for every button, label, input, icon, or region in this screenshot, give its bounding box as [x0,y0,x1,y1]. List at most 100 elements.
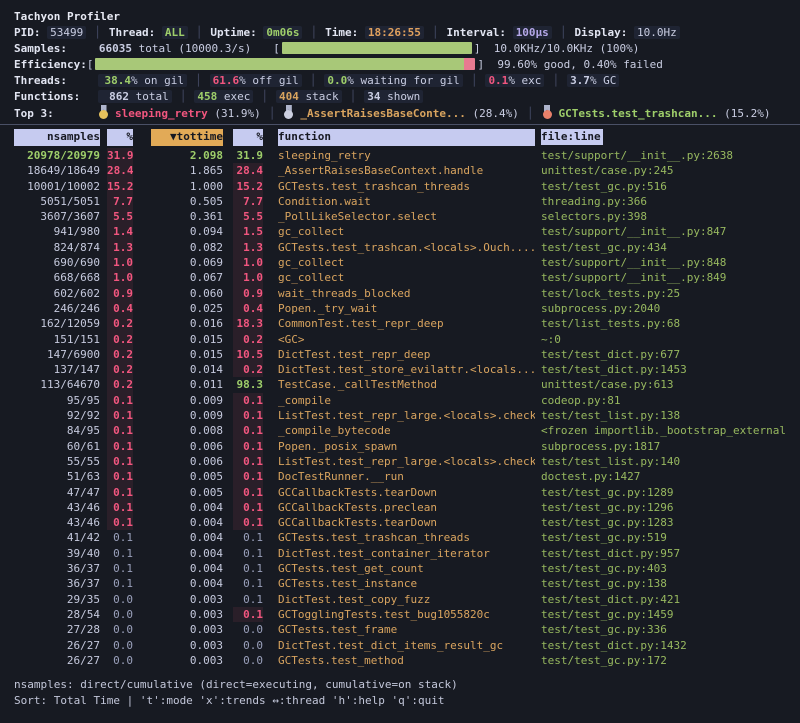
table-row[interactable]: 27/280.00.0030.0GCTests.test_frametest/t… [14,622,800,637]
thread-suffix: % exc [508,74,541,87]
table-row[interactable]: 690/6901.00.0691.0gc_collecttest/support… [14,255,800,270]
cell-nsamples: 28/54 [14,607,100,622]
function-value: 862 [101,89,129,105]
separator: │ [432,26,439,39]
thread-value[interactable]: ALL [162,26,188,39]
thread-value: 0.0 [327,74,347,87]
cell-file-line: unittest/case.py:613 [541,377,800,392]
table-row[interactable]: 5051/50517.70.5057.7Condition.waitthread… [14,194,800,209]
cell-nsamples: 20978/20979 [14,148,100,163]
cell-nsamples: 60/61 [14,439,100,454]
cell-function: ListTest.test_repr_large.<locals>.check [278,408,535,423]
table-row[interactable]: 147/69000.20.01510.5DictTest.test_repr_d… [14,347,800,362]
cell-tottime: 0.014 [151,362,223,377]
cell-function: GCTogglingTests.test_bug1055820c [278,607,535,622]
efficiency-summary: 99.60% good, 0.40% failed [497,58,663,71]
cell-nsamples: 690/690 [14,255,100,270]
cell-file-line: codeop.py:81 [541,393,800,408]
efficiency-row: Efficiency:[] 99.60% good, 0.40% failed [14,57,800,73]
table-row[interactable]: 10001/1000215.21.00015.2GCTests.test_tra… [14,179,800,194]
threads-label: Threads: [14,73,98,89]
table-row[interactable]: 668/6681.00.0671.0gc_collecttest/support… [14,270,800,285]
cell-pct-cum: 0.1 [233,439,263,454]
function-suffix: shown [381,90,421,103]
table-row[interactable]: 28/540.00.0030.1GCTogglingTests.test_bug… [14,607,800,622]
cell-tottime: 0.060 [151,286,223,301]
cell-function: GCTests.test_method [278,653,535,668]
cell-function: GCTests.test_frame [278,622,535,637]
cell-file-line: test/test_dict.py:421 [541,592,800,607]
table-row[interactable]: 26/270.00.0030.0DictTest.test_dict_items… [14,638,800,653]
cell-pct-cum: 15.2 [233,179,263,194]
cell-pct-direct: 0.2 [107,362,133,377]
table-row[interactable]: 51/630.10.0050.1DocTestRunner.__rundocte… [14,469,800,484]
top3-item[interactable]: _AssertRaisesBaseConte... (28.4%) [283,107,519,120]
cell-file-line: subprocess.py:2040 [541,301,800,316]
table-row[interactable]: 84/950.10.0080.1_compile_bytecode<frozen… [14,423,800,438]
cell-nsamples: 84/95 [14,423,100,438]
table-row[interactable]: 26/270.00.0030.0GCTests.test_methodtest/… [14,653,800,668]
table-row[interactable]: 41/420.10.0040.1GCTests.test_trashcan_th… [14,530,800,545]
cell-function: Popen._try_wait [278,301,535,316]
time-value: 18:26:55 [365,26,424,39]
table-row[interactable]: 43/460.10.0040.1GCCallbackTests.preclean… [14,500,800,515]
cell-tottime: 0.006 [151,439,223,454]
table-row[interactable]: 43/460.10.0040.1GCCallbackTests.tearDown… [14,515,800,530]
table-row[interactable]: 3607/36075.50.3615.5_PollLikeSelector.se… [14,209,800,224]
table-row[interactable]: 941/9801.40.0941.5gc_collecttest/support… [14,224,800,239]
table-row[interactable]: 113/646700.20.01198.3TestCase._callTestM… [14,377,800,392]
cell-file-line: test/support/__init__.py:2638 [541,148,800,163]
table-row[interactable]: 162/120590.20.01618.3CommonTest.test_rep… [14,316,800,331]
cell-pct-cum: 5.5 [233,209,263,224]
separator: │ [471,74,478,87]
sort-status-hotkeys: Sort: Total Time | 't':mode 'x':trends ↔… [14,693,800,709]
cell-nsamples: 43/46 [14,515,100,530]
table-row[interactable]: 20978/2097931.92.09831.9sleeping_retryte… [14,148,800,163]
cell-nsamples: 10001/10002 [14,179,100,194]
column-header-pct-cum[interactable]: % [233,129,263,146]
cell-pct-direct: 0.2 [107,316,133,331]
cell-pct-cum: 31.9 [233,148,263,163]
cell-pct-cum: 1.0 [233,255,263,270]
table-row[interactable]: 151/1510.20.0150.2<GC>~:0 [14,332,800,347]
cell-nsamples: 39/40 [14,546,100,561]
column-header-function[interactable]: function [278,129,535,146]
column-header-tottime-sorted[interactable]: ▼tottime [151,129,223,146]
uptime-label: Uptime: [210,26,256,39]
cell-tottime: 0.003 [151,653,223,668]
column-header-nsamples[interactable]: nsamples [14,129,100,146]
cell-pct-cum: 0.0 [233,653,263,668]
table-row[interactable]: 36/370.10.0040.1GCTests.test_get_countte… [14,561,800,576]
table-row[interactable]: 92/920.10.0090.1ListTest.test_repr_large… [14,408,800,423]
table-row[interactable]: 95/950.10.0090.1_compilecodeop.py:81 [14,393,800,408]
top3-item[interactable]: sleeping_retry (31.9%) [98,107,261,120]
cell-tottime: 0.006 [151,454,223,469]
cell-function: GCTests.test_trashcan_threads [278,530,535,545]
column-header-file-line[interactable]: file:line [541,129,800,146]
table-row[interactable]: 36/370.10.0040.1GCTests.test_instancetes… [14,576,800,591]
cell-pct-direct: 0.1 [107,423,133,438]
cell-function: GCCallbackTests.preclean [278,500,535,515]
cell-file-line: test/support/__init__.py:848 [541,255,800,270]
cell-tottime: 0.009 [151,408,223,423]
table-row[interactable]: 60/610.10.0060.1Popen._posix_spawnsubpro… [14,439,800,454]
table-row[interactable]: 602/6020.90.0600.9wait_threads_blockedte… [14,286,800,301]
column-header-pct-direct[interactable]: % [107,129,133,146]
table-row[interactable]: 55/550.10.0060.1ListTest.test_repr_large… [14,454,800,469]
cell-file-line: test/test_dict.py:957 [541,546,800,561]
table-row[interactable]: 18649/1864928.41.86528.4_AssertRaisesBas… [14,163,800,178]
thread-stat: 0.1% exc [485,74,544,87]
cell-nsamples: 151/151 [14,332,100,347]
table-row[interactable]: 824/8741.30.0821.3GCTests.test_trashcan.… [14,240,800,255]
table-row[interactable]: 137/1470.20.0140.2DictTest.test_store_ev… [14,362,800,377]
cell-pct-cum: 28.4 [233,163,263,178]
top3-item[interactable]: GCTests.test_trashcan... (15.2%) [542,107,771,120]
table-row[interactable]: 29/350.00.0030.1DictTest.test_copy_fuzzt… [14,592,800,607]
cell-tottime: 0.361 [151,209,223,224]
cell-pct-cum: 10.5 [233,347,263,362]
table-row[interactable]: 47/470.10.0050.1GCCallbackTests.tearDown… [14,485,800,500]
cell-function: Popen._posix_spawn [278,439,535,454]
cell-nsamples: 43/46 [14,500,100,515]
table-row[interactable]: 246/2460.40.0250.4Popen._try_waitsubproc… [14,301,800,316]
table-row[interactable]: 39/400.10.0040.1DictTest.test_container_… [14,546,800,561]
